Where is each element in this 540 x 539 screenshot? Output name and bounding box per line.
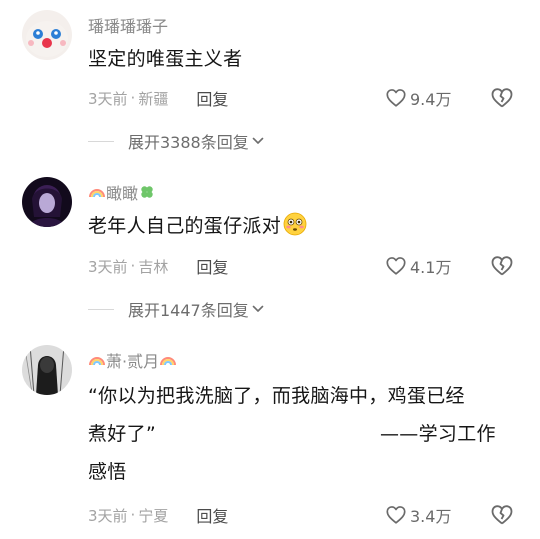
dislike-button[interactable] [489, 503, 515, 527]
divider-line [88, 308, 114, 310]
comment-text: 老年人自己的蛋仔派对 [88, 207, 518, 245]
like-button[interactable]: 3.4万 [385, 503, 451, 527]
rainbow-icon [159, 351, 177, 369]
chevron-down-icon [252, 305, 264, 312]
comment-meta: 3天前 · 吉林 回复 [88, 254, 228, 278]
heart-icon [386, 506, 406, 524]
dark-figure-avatar-icon [22, 177, 72, 227]
username[interactable]: 璠璠璠璠子 [88, 14, 168, 36]
like-button[interactable]: 9.4万 [385, 86, 451, 110]
comment-text-line: “你以为把我洗脑了，而我脑海中，鸡蛋已经 [88, 385, 465, 407]
location: 宁夏 [138, 506, 169, 525]
rainbow-icon [88, 351, 106, 369]
comment-text-body: 老年人自己的蛋仔派对 [88, 215, 282, 237]
chevron-down-icon [252, 137, 264, 144]
clown-face-avatar-icon [22, 10, 72, 60]
meta-separator: · [130, 257, 136, 275]
sketch-portrait-avatar-icon [22, 345, 72, 395]
dislike-button[interactable] [489, 86, 515, 110]
timestamp: 3天前 [88, 506, 128, 525]
divider-line [88, 140, 114, 142]
timestamp: 3天前 [88, 89, 128, 108]
comment-text-line: 煮好了” [88, 423, 157, 445]
username[interactable]: 萧·贰月 [88, 349, 177, 371]
like-button[interactable]: 4.1万 [385, 254, 451, 278]
broken-heart-icon [491, 505, 513, 525]
comment-text-line-row: 煮好了” ——学习工作 [88, 415, 518, 453]
broken-heart-icon [491, 256, 513, 276]
username-text: 瞰瞰 [106, 184, 139, 203]
rainbow-icon [88, 183, 106, 201]
comment-meta: 3天前 · 宁夏 回复 [88, 503, 228, 527]
username[interactable]: 瞰瞰 [88, 181, 156, 203]
like-count: 3.4万 [410, 507, 452, 526]
avatar[interactable] [22, 177, 72, 227]
expand-replies-label: 展开1447条回复 [128, 301, 249, 320]
comment-text: “你以为把我洗脑了，而我脑海中，鸡蛋已经 煮好了” ——学习工作 感悟 [88, 377, 518, 497]
broken-heart-icon [491, 88, 513, 108]
expand-replies-label: 展开3388条回复 [128, 133, 249, 152]
heart-icon [386, 89, 406, 107]
reply-button[interactable]: 回复 [196, 503, 228, 527]
reply-button[interactable]: 回复 [196, 86, 228, 110]
meta-separator: · [130, 506, 136, 524]
avatar[interactable] [22, 10, 72, 60]
comment-text-line: 感悟 [88, 461, 127, 483]
flushed-face-emoji-icon [283, 212, 307, 236]
comment-attribution: ——学习工作 [380, 423, 496, 445]
location: 吉林 [138, 257, 169, 276]
clover-icon [138, 183, 156, 201]
like-count: 4.1万 [410, 258, 452, 277]
location: 新疆 [138, 89, 169, 108]
meta-separator: · [130, 89, 136, 107]
expand-replies-button[interactable]: 展开1447条回复 [88, 297, 265, 321]
heart-icon [386, 257, 406, 275]
like-count: 9.4万 [410, 90, 452, 109]
avatar[interactable] [22, 345, 72, 395]
username-text: 萧·贰月 [106, 352, 160, 371]
expand-replies-button[interactable]: 展开3388条回复 [88, 129, 265, 153]
dislike-button[interactable] [489, 254, 515, 278]
comment-meta: 3天前 · 新疆 回复 [88, 86, 228, 110]
timestamp: 3天前 [88, 257, 128, 276]
reply-button[interactable]: 回复 [196, 254, 228, 278]
comment-text: 坚定的唯蛋主义者 [88, 48, 243, 70]
